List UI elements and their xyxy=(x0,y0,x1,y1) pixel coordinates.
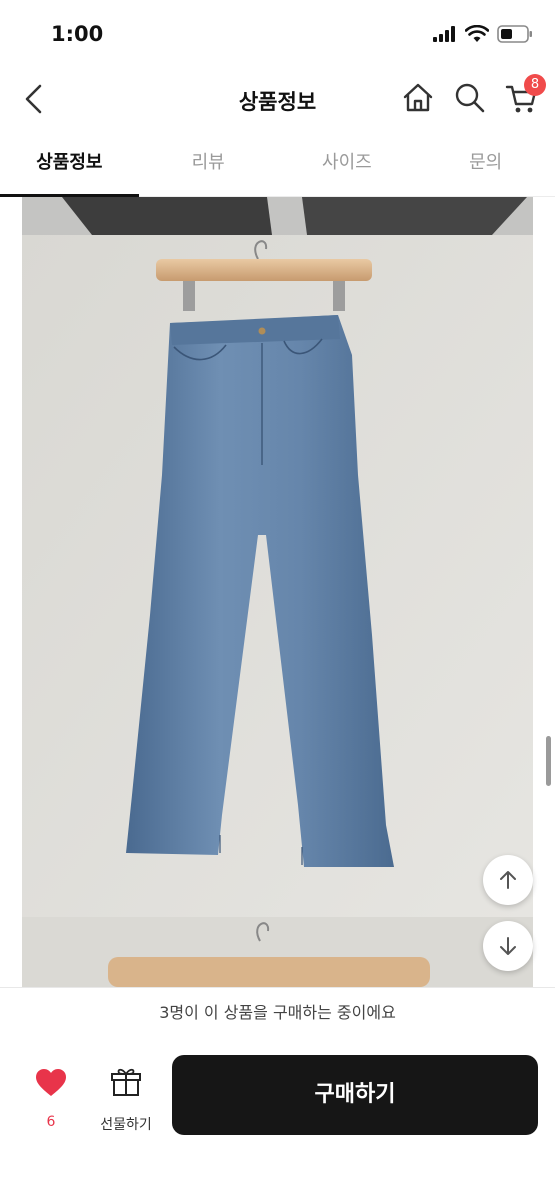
gift-button[interactable]: 선물하기 xyxy=(90,1064,162,1134)
tab-inquiry[interactable]: 문의 xyxy=(416,132,555,196)
tab-product-info[interactable]: 상품정보 xyxy=(0,132,139,197)
search-icon xyxy=(455,83,485,113)
product-photo-jeans xyxy=(22,235,533,917)
arrow-down-icon xyxy=(500,937,516,955)
cart-button[interactable]: 8 xyxy=(504,74,546,116)
home-button[interactable] xyxy=(400,80,436,116)
purchase-activity-notice: 3명이 이 상품을 구매하는 중이에요 xyxy=(0,987,555,1039)
scrollbar-thumb[interactable] xyxy=(546,736,551,786)
tab-reviews[interactable]: 리뷰 xyxy=(139,132,278,196)
product-detail-content[interactable] xyxy=(0,197,555,987)
like-button[interactable]: 6 xyxy=(22,1064,80,1134)
status-time: 1:00 xyxy=(51,22,104,46)
scroll-up-button[interactable] xyxy=(483,855,533,905)
product-photo-next xyxy=(22,917,533,987)
status-icons xyxy=(433,22,533,46)
tab-size[interactable]: 사이즈 xyxy=(278,132,417,196)
status-bar: 1:00 xyxy=(0,0,555,66)
home-icon xyxy=(403,83,433,112)
product-tabs: 상품정보 리뷰 사이즈 문의 xyxy=(0,132,555,197)
top-navigation-bar: 상품정보 8 xyxy=(0,66,555,132)
scroll-down-button[interactable] xyxy=(483,921,533,971)
cart-count-badge: 8 xyxy=(524,74,546,96)
gift-icon xyxy=(111,1068,141,1096)
battery-icon xyxy=(497,25,532,43)
signal-icon xyxy=(433,26,455,42)
arrow-up-icon xyxy=(500,871,516,889)
heart-icon xyxy=(36,1069,66,1096)
bottom-action-bar: 6 선물하기 구매하기 xyxy=(0,1038,555,1200)
product-photo-previous xyxy=(22,197,533,235)
wifi-icon xyxy=(465,25,489,42)
gift-label: 선물하기 xyxy=(100,1117,152,1133)
like-count: 6 xyxy=(46,1114,56,1130)
search-button[interactable] xyxy=(452,80,488,116)
buy-button[interactable]: 구매하기 xyxy=(172,1055,538,1135)
